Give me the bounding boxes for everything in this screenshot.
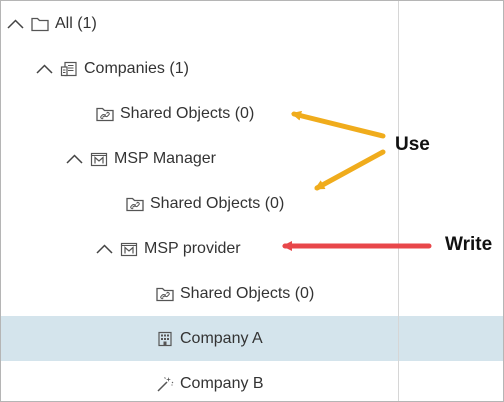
annotation-overlay bbox=[282, 110, 432, 251]
tree-panel: All (1) Companies (1) Shared Objects (0)… bbox=[0, 0, 504, 402]
use-annotation-label: Use bbox=[395, 134, 430, 155]
use-arrow-2 bbox=[314, 149, 386, 191]
use-arrow-1 bbox=[291, 110, 386, 139]
write-annotation-label: Write bbox=[445, 234, 493, 255]
